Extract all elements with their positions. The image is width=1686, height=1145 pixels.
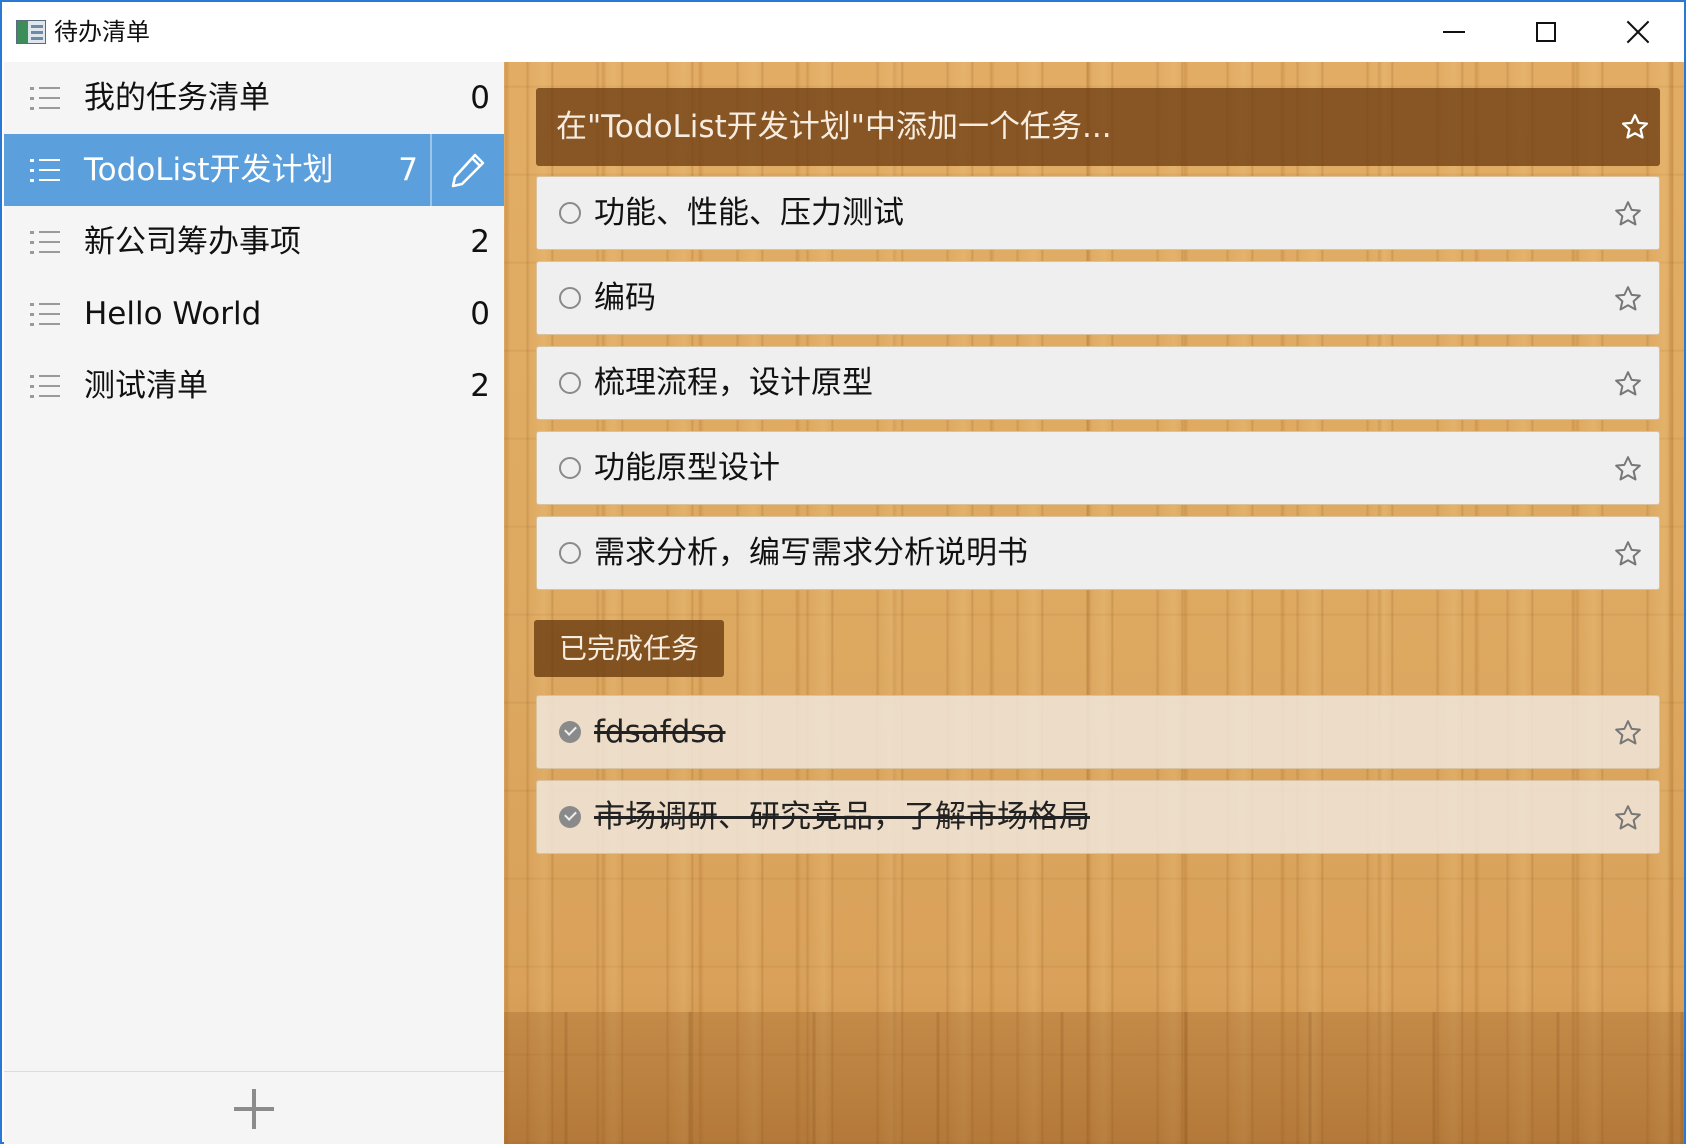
sidebar-item-label: 我的任务清单 xyxy=(84,80,270,116)
star-icon[interactable] xyxy=(1613,454,1643,484)
app-window: 待办清单 我的任务清单 0 TodoList开发计划 7 新公司筹办事项 2 H… xyxy=(0,0,1686,1144)
pencil-icon xyxy=(451,153,485,188)
maximize-icon xyxy=(1536,22,1556,42)
sidebar-item-label: TodoList开发计划 xyxy=(84,152,334,188)
app-icon xyxy=(16,20,46,44)
completed-task-item[interactable]: 市场调研、研究竞品，了解市场格局 xyxy=(536,780,1660,854)
star-icon[interactable] xyxy=(1613,199,1643,229)
sidebar-item-count: 0 xyxy=(470,80,490,116)
task-item[interactable]: 编码 xyxy=(536,261,1660,335)
list-icon xyxy=(30,302,60,326)
add-task-placeholder: 在"TodoList开发计划"中添加一个任务... xyxy=(556,109,1112,145)
close-button[interactable] xyxy=(1592,2,1684,62)
sidebar-item-count: 0 xyxy=(470,296,490,332)
task-title: 功能、性能、压力测试 xyxy=(594,195,904,231)
window-title: 待办清单 xyxy=(54,18,150,46)
add-task-input[interactable]: 在"TodoList开发计划"中添加一个任务... xyxy=(536,88,1660,166)
complete-checkbox[interactable] xyxy=(559,287,581,309)
list-icon xyxy=(30,86,60,110)
title-bar[interactable]: 待办清单 xyxy=(2,2,1684,62)
list-icon xyxy=(30,158,60,182)
sidebar-item-test-list[interactable]: 测试清单 2 xyxy=(4,350,504,422)
star-icon[interactable] xyxy=(1613,284,1643,314)
wood-background xyxy=(504,1012,1684,1144)
star-icon[interactable] xyxy=(1620,112,1650,142)
task-title: 梳理流程，设计原型 xyxy=(594,365,873,401)
task-title: 编码 xyxy=(594,280,656,316)
edit-list-button[interactable] xyxy=(430,134,504,206)
task-title: 功能原型设计 xyxy=(594,450,780,486)
star-icon[interactable] xyxy=(1613,539,1643,569)
sidebar-item-label: 新公司筹办事项 xyxy=(84,224,301,260)
task-panel: 在"TodoList开发计划"中添加一个任务... 功能、性能、压力测试 编码 … xyxy=(504,62,1684,1144)
star-icon[interactable] xyxy=(1613,718,1643,748)
completed-task-item[interactable]: fdsafdsa xyxy=(536,695,1660,769)
star-icon[interactable] xyxy=(1613,803,1643,833)
complete-checkbox[interactable] xyxy=(559,542,581,564)
list-icon xyxy=(30,230,60,254)
close-icon xyxy=(1626,20,1650,44)
add-list-button[interactable] xyxy=(4,1071,504,1145)
sidebar: 我的任务清单 0 TodoList开发计划 7 新公司筹办事项 2 Hello … xyxy=(4,62,505,1144)
task-title: 市场调研、研究竞品，了解市场格局 xyxy=(594,799,1090,835)
sidebar-item-new-company[interactable]: 新公司筹办事项 2 xyxy=(4,206,504,278)
minimize-icon xyxy=(1443,31,1465,33)
completed-section-toggle[interactable]: 已完成任务 xyxy=(534,620,724,677)
sidebar-item-count: 2 xyxy=(470,368,490,404)
minimize-button[interactable] xyxy=(1408,2,1500,62)
complete-checkbox[interactable] xyxy=(559,457,581,479)
sidebar-item-hello-world[interactable]: Hello World 0 xyxy=(4,278,504,350)
sidebar-item-count: 2 xyxy=(470,224,490,260)
maximize-button[interactable] xyxy=(1500,2,1592,62)
task-title: 需求分析，编写需求分析说明书 xyxy=(594,535,1028,571)
sidebar-item-todolist-plan[interactable]: TodoList开发计划 7 xyxy=(4,134,504,206)
complete-checkbox[interactable] xyxy=(559,372,581,394)
task-title: fdsafdsa xyxy=(594,714,726,750)
completed-check-icon[interactable] xyxy=(559,721,581,743)
star-icon[interactable] xyxy=(1613,369,1643,399)
task-item[interactable]: 功能、性能、压力测试 xyxy=(536,176,1660,250)
task-item[interactable]: 需求分析，编写需求分析说明书 xyxy=(536,516,1660,590)
sidebar-item-label: 测试清单 xyxy=(84,368,208,404)
plus-icon xyxy=(234,1088,274,1129)
sidebar-item-label: Hello World xyxy=(84,296,262,332)
task-item[interactable]: 功能原型设计 xyxy=(536,431,1660,505)
task-item[interactable]: 梳理流程，设计原型 xyxy=(536,346,1660,420)
sidebar-item-count: 7 xyxy=(398,152,418,188)
complete-checkbox[interactable] xyxy=(559,202,581,224)
list-icon xyxy=(30,374,60,398)
sidebar-item-my-tasks[interactable]: 我的任务清单 0 xyxy=(4,62,504,134)
completed-check-icon[interactable] xyxy=(559,806,581,828)
